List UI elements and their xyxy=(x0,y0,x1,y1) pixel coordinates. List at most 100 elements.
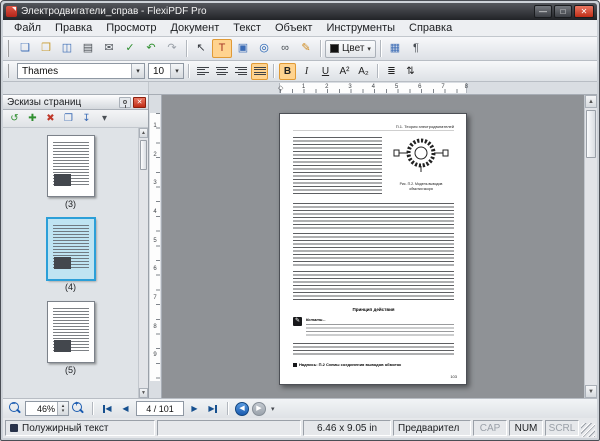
scroll-up-button[interactable]: ▲ xyxy=(585,95,597,108)
zoom-level-select[interactable]: 46% ▴ ▾ xyxy=(25,401,69,416)
page-thumbnail[interactable]: (4) xyxy=(47,218,95,292)
status-empty-segment xyxy=(157,420,301,436)
link-tool-button[interactable]: ∞ xyxy=(275,39,295,58)
zoom-tool-button[interactable]: ◎ xyxy=(254,39,274,58)
new-document-button[interactable]: ❏ xyxy=(15,39,35,58)
next-page-button[interactable]: ▶ xyxy=(187,401,202,416)
previous-page-button[interactable]: ◀ xyxy=(118,401,133,416)
menu-item[interactable]: Документ xyxy=(163,21,226,35)
scroll-down-button[interactable]: ▼ xyxy=(139,388,148,398)
menu-item[interactable]: Справка xyxy=(402,21,459,35)
horizontal-ruler[interactable]: ◇ 12345678 xyxy=(149,82,597,94)
title-bar[interactable]: Электродвигатели_справ - FlexiPDF Pro — … xyxy=(3,3,597,20)
toolbar-grip[interactable] xyxy=(7,40,11,56)
chevron-down-icon[interactable]: ▾ xyxy=(131,64,144,78)
export-page-button[interactable]: ↧ xyxy=(78,111,95,127)
scroll-down-button[interactable]: ▼ xyxy=(585,385,597,398)
vertical-scrollbar[interactable]: ▲ ▼ xyxy=(584,95,597,398)
thumbnail-image[interactable] xyxy=(47,218,95,280)
text-edit-tool-button[interactable]: T xyxy=(212,39,232,58)
last-page-button[interactable]: ▶ xyxy=(205,401,220,416)
rotate-page-button[interactable]: ↺ xyxy=(6,111,23,127)
note-text xyxy=(306,324,454,337)
font-size-select[interactable]: 10 ▾ xyxy=(148,63,184,79)
resize-grip[interactable] xyxy=(581,423,595,437)
subscript-button[interactable]: A₂ xyxy=(355,63,372,80)
open-button[interactable]: ❒ xyxy=(36,39,56,58)
align-justify-button[interactable] xyxy=(251,63,268,80)
maximize-button[interactable]: □ xyxy=(554,5,572,18)
underline-button[interactable]: U xyxy=(317,63,334,80)
panel-button-icon: ✖ xyxy=(46,114,54,124)
menu-item[interactable]: Инструменты xyxy=(319,21,402,35)
thumbnails-panel-header[interactable]: Эскизы страниц ✕ xyxy=(3,95,148,110)
table-button[interactable]: ▦ xyxy=(385,39,405,58)
vertical-ruler[interactable]: 123456789 xyxy=(149,95,162,398)
redo-button[interactable]: ↷ xyxy=(162,39,182,58)
font-family-select[interactable]: Thames ▾ xyxy=(17,63,145,79)
document-canvas[interactable]: П.1. Теория электродвигателей xyxy=(162,95,584,398)
select-tool-button[interactable]: ↖ xyxy=(191,39,211,58)
menu-item[interactable]: Текст xyxy=(226,21,268,35)
chevron-down-icon[interactable]: ▾ xyxy=(367,45,371,53)
running-header: П.1. Теория электродвигателей xyxy=(293,124,454,131)
char-spacing-button[interactable]: ⇅ xyxy=(402,63,419,80)
horizontal-ruler-band[interactable]: ◇ 12345678 xyxy=(279,83,467,93)
page-options-button[interactable]: ▾ xyxy=(96,111,113,127)
scrollbar-track[interactable] xyxy=(585,108,597,385)
history-forward-button[interactable]: ▶ xyxy=(252,402,266,416)
scrollbar-thumb[interactable] xyxy=(140,140,147,170)
thumbnail-label: (3) xyxy=(65,199,76,209)
bold-button[interactable]: B xyxy=(279,63,296,80)
menu-item[interactable]: Файл xyxy=(7,21,48,35)
first-page-button[interactable]: ◀ xyxy=(100,401,115,416)
superscript-button[interactable]: A² xyxy=(336,63,353,80)
toolbar-button-icon: ▤ xyxy=(83,43,93,54)
scrollbar-track[interactable] xyxy=(139,138,148,388)
spinner-down-icon[interactable]: ▾ xyxy=(62,409,65,414)
zoom-in-button[interactable]: + xyxy=(72,402,85,415)
panel-close-button[interactable]: ✕ xyxy=(133,97,146,108)
italic-button[interactable]: I xyxy=(298,63,315,80)
minimize-button[interactable]: — xyxy=(534,5,552,18)
toolbar-button-icon: ∞ xyxy=(281,43,289,54)
thumbnails-scrollbar[interactable]: ▲ ▼ xyxy=(138,128,148,398)
menu-item[interactable]: Правка xyxy=(48,21,99,35)
close-button[interactable]: ✕ xyxy=(574,5,594,18)
image-tool-button[interactable]: ▣ xyxy=(233,39,253,58)
thumbnail-image[interactable] xyxy=(47,135,95,197)
color-button[interactable]: Цвет ▾ xyxy=(325,40,376,58)
print-button[interactable]: ▤ xyxy=(78,39,98,58)
page-indicator[interactable]: 4 / 101 xyxy=(136,401,184,416)
add-page-button[interactable]: ✚ xyxy=(24,111,41,127)
delete-page-button[interactable]: ✖ xyxy=(42,111,59,127)
auto-hide-pin-button[interactable] xyxy=(119,97,131,108)
vertical-ruler-band[interactable]: 123456789 xyxy=(150,113,160,381)
scrollbar-thumb[interactable] xyxy=(586,110,596,158)
align-left-button[interactable] xyxy=(194,63,211,80)
page-thumbnail[interactable]: (5) xyxy=(47,301,95,375)
email-button[interactable]: ✉ xyxy=(99,39,119,58)
thumbnail-image[interactable] xyxy=(47,301,95,363)
toolbar-grip[interactable] xyxy=(7,64,11,78)
zoom-out-button[interactable]: − xyxy=(9,402,22,415)
pdf-page[interactable]: П.1. Теория электродвигателей xyxy=(279,113,467,385)
scroll-up-button[interactable]: ▲ xyxy=(139,128,148,138)
chevron-down-icon[interactable]: ▾ xyxy=(170,64,183,78)
page-thumbnail[interactable]: (3) xyxy=(47,135,95,209)
scroll-lock-indicator: SCRL xyxy=(545,420,579,436)
menu-item[interactable]: Объект xyxy=(268,21,319,35)
align-right-button[interactable] xyxy=(232,63,249,80)
undo-button[interactable]: ↶ xyxy=(141,39,161,58)
zoom-spinner[interactable]: ▴ ▾ xyxy=(57,402,68,415)
paragraph-marks-button[interactable]: ¶ xyxy=(406,39,426,58)
nav-options-icon[interactable]: ▾ xyxy=(271,405,275,413)
duplicate-page-button[interactable]: ❐ xyxy=(60,111,77,127)
save-button[interactable]: ◫ xyxy=(57,39,77,58)
line-spacing-button[interactable]: ≣ xyxy=(383,63,400,80)
spellcheck-button[interactable]: ✓ xyxy=(120,39,140,58)
menu-item[interactable]: Просмотр xyxy=(99,21,163,35)
highlight-tool-button[interactable]: ✎ xyxy=(296,39,316,58)
history-back-button[interactable]: ◀ xyxy=(235,402,249,416)
align-center-button[interactable] xyxy=(213,63,230,80)
